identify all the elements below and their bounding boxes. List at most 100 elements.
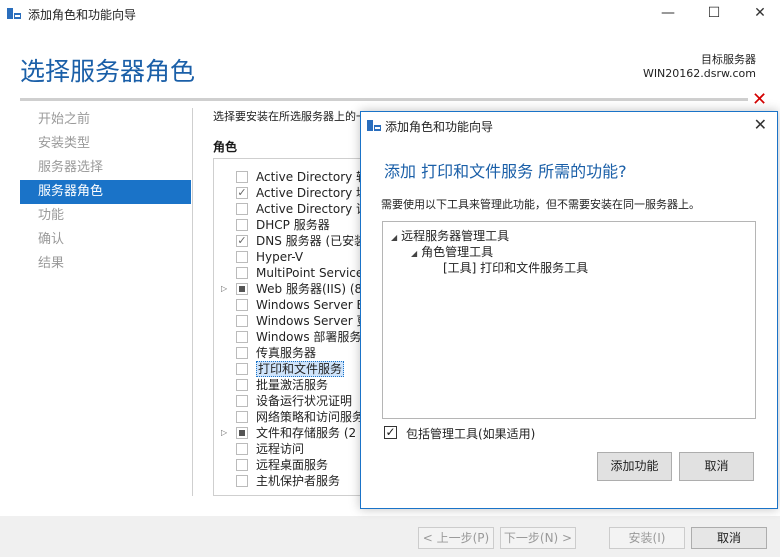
role-item[interactable]: 传真服务器 bbox=[214, 345, 365, 361]
nav-item-results[interactable]: 结果 bbox=[20, 252, 191, 276]
role-label: DHCP 服务器 bbox=[256, 218, 330, 232]
tree-item[interactable]: ◢ 角色管理工具 bbox=[411, 243, 493, 260]
role-label: Active Directory 轻型目录服务 bbox=[256, 170, 365, 184]
role-label: Windows Server Essentials 体验 bbox=[256, 298, 365, 312]
features-tree[interactable]: ◢ 远程服务器管理工具 ◢ 角色管理工具 [工具] 打印和文件服务工具 bbox=[382, 221, 756, 419]
role-item[interactable]: ▷ Web 服务器(IIS) (8 个已安装) bbox=[214, 281, 365, 297]
role-label: MultiPoint Services bbox=[256, 266, 365, 280]
wizard-nav: 开始之前 安装类型 服务器选择 服务器角色 功能 确认 结果 bbox=[20, 108, 191, 276]
role-checkbox[interactable] bbox=[236, 315, 248, 327]
role-label: Hyper-V bbox=[256, 250, 304, 264]
role-item[interactable]: 远程访问 bbox=[214, 441, 365, 457]
expanded-triangle-icon[interactable]: ◢ bbox=[411, 249, 417, 258]
maximize-button[interactable]: ☐ bbox=[694, 0, 734, 28]
role-checkbox[interactable] bbox=[236, 251, 248, 263]
role-item[interactable]: ▷ 文件和存储服务 (2 个已安装) bbox=[214, 425, 365, 441]
role-checkbox[interactable] bbox=[236, 219, 248, 231]
role-checkbox[interactable] bbox=[236, 283, 248, 295]
role-checkbox[interactable] bbox=[236, 347, 248, 359]
role-checkbox[interactable]: ✓ bbox=[236, 235, 248, 247]
tree-item-label: 角色管理工具 bbox=[421, 245, 494, 259]
role-item[interactable]: 打印和文件服务 bbox=[214, 361, 365, 377]
include-tools-checkbox[interactable]: ✓ bbox=[384, 426, 397, 439]
role-item[interactable]: 主机保护者服务 bbox=[214, 473, 365, 489]
target-server-label: 目标服务器 bbox=[701, 53, 756, 66]
role-label: 远程访问 bbox=[256, 442, 305, 456]
role-checkbox[interactable] bbox=[236, 475, 248, 487]
tree-item[interactable]: [工具] 打印和文件服务工具 bbox=[443, 259, 588, 276]
install-button[interactable]: 安装(I) bbox=[609, 527, 685, 549]
role-item[interactable]: 设备运行状况证明 bbox=[214, 393, 365, 409]
header-divider bbox=[20, 98, 748, 101]
role-item[interactable]: Windows 部署服务 bbox=[214, 329, 365, 345]
role-label: 远程桌面服务 bbox=[256, 458, 329, 472]
role-label: 打印和文件服务 bbox=[256, 361, 345, 377]
role-item[interactable]: Active Directory 轻型目录服务 bbox=[214, 169, 365, 185]
role-label: Active Directory 证书服务 bbox=[256, 202, 365, 216]
role-label: 设备运行状况证明 bbox=[256, 394, 353, 408]
role-label: 网络策略和访问服务 bbox=[256, 410, 365, 424]
role-label: 主机保护者服务 bbox=[256, 474, 341, 488]
role-item[interactable]: 网络策略和访问服务 bbox=[214, 409, 365, 425]
role-checkbox[interactable] bbox=[236, 267, 248, 279]
minimize-button[interactable]: — bbox=[648, 0, 688, 28]
tree-item[interactable]: ◢ 远程服务器管理工具 bbox=[391, 227, 509, 244]
expanded-triangle-icon[interactable]: ◢ bbox=[391, 233, 397, 242]
nav-item-server-roles[interactable]: 服务器角色 bbox=[20, 180, 191, 204]
role-checkbox[interactable] bbox=[236, 171, 248, 183]
role-item[interactable]: 远程桌面服务 bbox=[214, 457, 365, 473]
role-item[interactable]: Active Directory 证书服务 bbox=[214, 201, 365, 217]
dialog-cancel-button[interactable]: 取消 bbox=[679, 452, 754, 481]
expand-arrow-icon[interactable]: ▷ bbox=[221, 425, 227, 441]
role-checkbox[interactable] bbox=[236, 299, 248, 311]
dialog-title: 添加角色和功能向导 bbox=[385, 120, 494, 134]
target-server-info: 目标服务器 WIN20162.dsrw.com bbox=[643, 53, 756, 81]
window-title: 添加角色和功能向导 bbox=[28, 8, 137, 22]
role-item[interactable]: Hyper-V bbox=[214, 249, 365, 265]
role-item[interactable]: Windows Server 更新服务 bbox=[214, 313, 365, 329]
role-checkbox[interactable] bbox=[236, 443, 248, 455]
role-checkbox[interactable] bbox=[236, 379, 248, 391]
target-server-name: WIN20162.dsrw.com bbox=[642, 67, 756, 80]
nav-item-server-selection[interactable]: 服务器选择 bbox=[20, 156, 191, 180]
include-tools-label: 包括管理工具(如果适用) bbox=[406, 427, 536, 441]
role-checkbox[interactable] bbox=[236, 411, 248, 423]
nav-item-features[interactable]: 功能 bbox=[20, 204, 191, 228]
role-checkbox[interactable] bbox=[236, 459, 248, 471]
nav-item-before-you-begin[interactable]: 开始之前 bbox=[20, 108, 191, 132]
add-features-button[interactable]: 添加功能 bbox=[597, 452, 672, 481]
role-label: 批量激活服务 bbox=[256, 378, 329, 392]
role-item[interactable]: DHCP 服务器 bbox=[214, 217, 365, 233]
dialog-heading: 添加 打印和文件服务 所需的功能? bbox=[384, 162, 627, 181]
role-item[interactable]: 批量激活服务 bbox=[214, 377, 365, 393]
previous-button[interactable]: < 上一步(P) bbox=[418, 527, 494, 549]
role-checkbox[interactable] bbox=[236, 395, 248, 407]
page-title: 选择服务器角色 bbox=[20, 57, 196, 86]
role-label: 文件和存储服务 (2 个已安装) bbox=[256, 426, 365, 440]
role-checkbox[interactable]: ✓ bbox=[236, 187, 248, 199]
role-item[interactable]: ✓ DNS 服务器 (已安装) bbox=[214, 233, 365, 249]
role-item[interactable]: MultiPoint Services bbox=[214, 265, 365, 281]
server-manager-icon bbox=[367, 120, 381, 131]
add-features-dialog: 添加角色和功能向导 ✕ 添加 打印和文件服务 所需的功能? 需要使用以下工具来管… bbox=[360, 111, 778, 509]
role-item[interactable]: Windows Server Essentials 体验 bbox=[214, 297, 365, 313]
dialog-close-icon[interactable]: ✕ bbox=[754, 115, 767, 134]
role-label: DNS 服务器 (已安装) bbox=[256, 234, 365, 248]
nav-item-confirmation[interactable]: 确认 bbox=[20, 228, 191, 252]
roles-list[interactable]: Active Directory 轻型目录服务 ✓ Active Directory… bbox=[213, 158, 365, 496]
role-checkbox[interactable] bbox=[236, 427, 248, 439]
close-button[interactable]: ✕ bbox=[740, 0, 780, 28]
cancel-button[interactable]: 取消 bbox=[691, 527, 767, 549]
role-checkbox[interactable] bbox=[236, 363, 248, 375]
expand-arrow-icon[interactable]: ▷ bbox=[221, 281, 227, 297]
next-button[interactable]: 下一步(N) > bbox=[500, 527, 576, 549]
role-checkbox[interactable] bbox=[236, 331, 248, 343]
error-alert-icon[interactable]: ✕ bbox=[752, 89, 767, 110]
tree-item-label: [工具] 打印和文件服务工具 bbox=[443, 261, 589, 275]
role-checkbox[interactable] bbox=[236, 203, 248, 215]
role-label: Windows 部署服务 bbox=[256, 330, 362, 344]
role-item[interactable]: ✓ Active Directory 域服务 bbox=[214, 185, 365, 201]
dialog-description: 需要使用以下工具来管理此功能，但不需要安装在同一服务器上。 bbox=[381, 198, 700, 211]
tree-item-label: 远程服务器管理工具 bbox=[401, 229, 510, 243]
nav-item-installation-type[interactable]: 安装类型 bbox=[20, 132, 191, 156]
